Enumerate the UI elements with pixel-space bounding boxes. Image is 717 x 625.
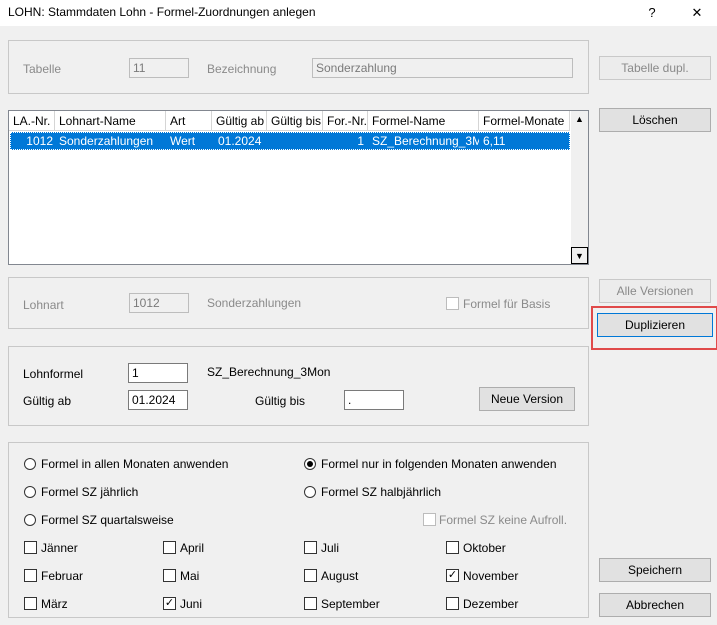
formula-assignment-list[interactable]: LA.-Nr. Lohnart-Name Art Gültig ab Gülti… bbox=[8, 110, 589, 265]
radio-halbjaehrlich-label: Formel SZ halbjährlich bbox=[321, 485, 442, 499]
month-label-februar: Februar bbox=[41, 569, 84, 583]
cell-gueltig-ab: 01.2024 bbox=[218, 134, 262, 148]
cell-la-nr: 1012 bbox=[26, 134, 53, 148]
lohnformel-label: Lohnformel bbox=[23, 367, 84, 381]
month-label-mai: Mai bbox=[180, 569, 200, 583]
neue-version-button[interactable]: Neue Version bbox=[479, 387, 575, 411]
month-checkbox-oktober[interactable] bbox=[446, 541, 459, 554]
gueltig-ab-label: Gültig ab bbox=[23, 394, 72, 408]
list-scrollbar[interactable]: ▲ ▼ bbox=[571, 111, 588, 264]
scroll-down-icon[interactable]: ▼ bbox=[571, 247, 588, 264]
loeschen-button[interactable]: Löschen bbox=[599, 108, 711, 132]
cell-for-nr: 1 bbox=[357, 134, 364, 148]
gueltig-ab-input[interactable]: 01.2024 bbox=[128, 390, 188, 410]
tabelle-dupl-button[interactable]: Tabelle dupl. bbox=[599, 56, 711, 80]
month-label-jaenner: Jänner bbox=[41, 541, 78, 555]
formel-basis-label: Formel für Basis bbox=[463, 297, 551, 311]
window-title: LOHN: Stammdaten Lohn - Formel-Zuordnung… bbox=[8, 5, 316, 19]
month-label-juli: Juli bbox=[321, 541, 340, 555]
column-header-formel-name[interactable]: Formel-Name bbox=[368, 111, 479, 131]
column-header-formel-monate[interactable]: Formel-Monate bbox=[479, 111, 570, 131]
cell-formel-monate: 6,11 bbox=[483, 134, 506, 148]
month-label-november: November bbox=[463, 569, 519, 583]
gueltig-bis-input[interactable]: . bbox=[344, 390, 404, 410]
month-label-maerz: März bbox=[41, 597, 68, 611]
month-label-dezember: Dezember bbox=[463, 597, 519, 611]
close-icon[interactable]: ✕ bbox=[682, 2, 712, 24]
formel-basis-checkbox[interactable] bbox=[446, 297, 459, 310]
help-icon[interactable]: ? bbox=[637, 2, 667, 24]
lohnart-label: Lohnart bbox=[23, 298, 64, 312]
scroll-up-icon[interactable]: ▲ bbox=[571, 111, 588, 128]
check-mark-icon: ✓ bbox=[164, 597, 175, 609]
table-row[interactable]: 1012 Sonderzahlungen Wert 01.2024 1 SZ_B… bbox=[10, 132, 570, 150]
title-bar: LOHN: Stammdaten Lohn - Formel-Zuordnung… bbox=[0, 0, 717, 26]
radio-alle-monate[interactable] bbox=[24, 458, 36, 470]
column-header-la-nr[interactable]: LA.-Nr. bbox=[9, 111, 55, 131]
column-header-gueltig-ab[interactable]: Gültig ab bbox=[212, 111, 267, 131]
month-checkbox-september[interactable] bbox=[304, 597, 317, 610]
month-label-juni: Juni bbox=[180, 597, 203, 611]
cell-formel-name: SZ_Berechnung_3Mon bbox=[372, 134, 479, 148]
column-header-art[interactable]: Art bbox=[166, 111, 212, 131]
column-header-for-nr[interactable]: For.-Nr. bbox=[323, 111, 368, 131]
lohnformel-group bbox=[8, 346, 589, 426]
bezeichnung-label: Bezeichnung bbox=[207, 62, 277, 76]
month-label-oktober: Oktober bbox=[463, 541, 506, 555]
column-header-lohnart-name[interactable]: Lohnart-Name bbox=[55, 111, 166, 131]
keine-aufroll-label: Formel SZ keine Aufroll. bbox=[439, 513, 568, 527]
month-checkbox-juli[interactable] bbox=[304, 541, 317, 554]
radio-quartalsweise[interactable] bbox=[24, 514, 36, 526]
bezeichnung-field: Sonderzahlung bbox=[312, 58, 573, 78]
month-checkbox-april[interactable] bbox=[163, 541, 176, 554]
cell-art: Wert bbox=[170, 134, 196, 148]
month-checkbox-jaenner[interactable] bbox=[24, 541, 37, 554]
cell-lohnart-name: Sonderzahlungen bbox=[59, 134, 154, 148]
lohnart-field: 1012 bbox=[129, 293, 189, 313]
keine-aufroll-checkbox[interactable] bbox=[423, 513, 436, 526]
month-checkbox-februar[interactable] bbox=[24, 569, 37, 582]
tabelle-label: Tabelle bbox=[23, 62, 62, 76]
gueltig-bis-label: Gültig bis bbox=[255, 394, 306, 408]
radio-quartalsweise-label: Formel SZ quartalsweise bbox=[41, 513, 174, 527]
abbrechen-button[interactable]: Abbrechen bbox=[599, 593, 711, 617]
month-checkbox-dezember[interactable] bbox=[446, 597, 459, 610]
radio-jaehrlich[interactable] bbox=[24, 486, 36, 498]
cell-gueltig-bis bbox=[267, 132, 323, 150]
radio-folgende-monate-label: Formel nur in folgenden Monaten anwenden bbox=[321, 457, 557, 471]
radio-folgende-monate[interactable] bbox=[304, 458, 316, 470]
month-checkbox-november[interactable]: ✓ bbox=[446, 569, 459, 582]
duplizieren-button[interactable]: Duplizieren bbox=[597, 313, 713, 337]
tabelle-field: 11 bbox=[129, 58, 189, 78]
lohnformel-name: SZ_Berechnung_3Mon bbox=[207, 365, 331, 379]
lohnart-name: Sonderzahlungen bbox=[207, 296, 302, 310]
month-checkbox-august[interactable] bbox=[304, 569, 317, 582]
lohnformel-input[interactable]: 1 bbox=[128, 363, 188, 383]
month-label-september: September bbox=[321, 597, 380, 611]
speichern-button[interactable]: Speichern bbox=[599, 558, 711, 582]
radio-halbjaehrlich[interactable] bbox=[304, 486, 316, 498]
radio-alle-monate-label: Formel in allen Monaten anwenden bbox=[41, 457, 229, 471]
month-checkbox-mai[interactable] bbox=[163, 569, 176, 582]
month-checkbox-maerz[interactable] bbox=[24, 597, 37, 610]
month-label-august: August bbox=[321, 569, 359, 583]
alle-versionen-button[interactable]: Alle Versionen bbox=[599, 279, 711, 303]
month-label-april: April bbox=[180, 541, 205, 555]
column-header-gueltig-bis[interactable]: Gültig bis bbox=[267, 111, 323, 131]
month-checkbox-juni[interactable]: ✓ bbox=[163, 597, 176, 610]
radio-jaehrlich-label: Formel SZ jährlich bbox=[41, 485, 139, 499]
check-mark-icon: ✓ bbox=[447, 569, 458, 581]
